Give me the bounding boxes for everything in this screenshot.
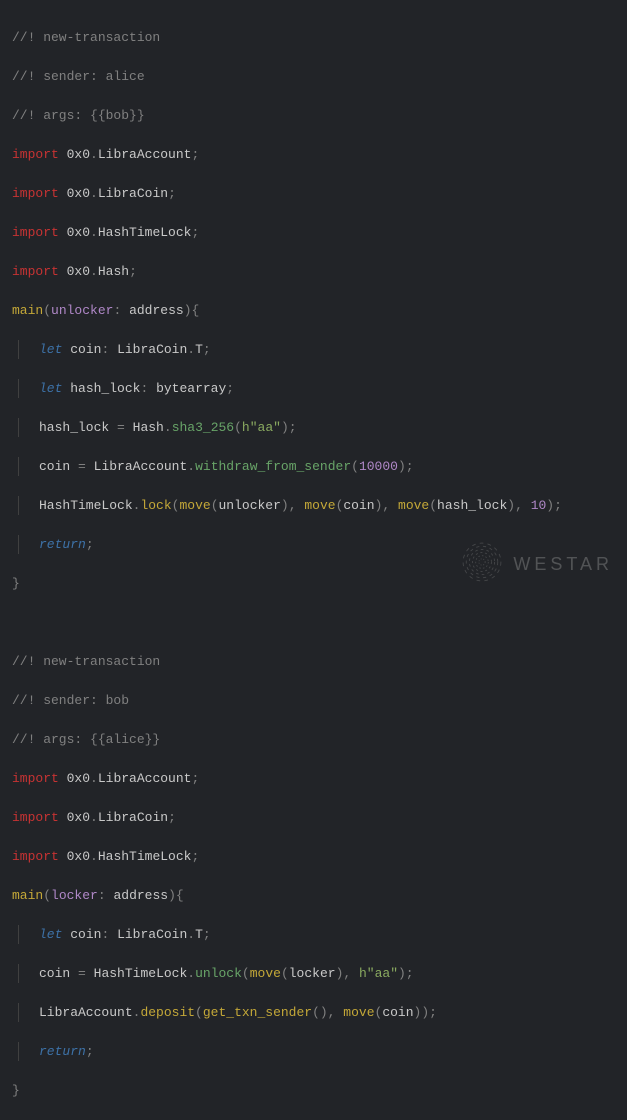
- comment-line: //! sender: alice: [12, 67, 615, 87]
- main-decl: main(locker: address){: [12, 886, 615, 906]
- comment-line: //! new-transaction: [12, 652, 615, 672]
- return-line: return;: [12, 1042, 615, 1062]
- comment-line: //! args: {{bob}}: [12, 106, 615, 126]
- import-line: import 0x0.LibraAccount;: [12, 769, 615, 789]
- let-line: let coin: LibraCoin.T;: [12, 925, 615, 945]
- main-decl: main(unlocker: address){: [12, 301, 615, 321]
- import-line: import 0x0.HashTimeLock;: [12, 223, 615, 243]
- call-line: LibraAccount.deposit(get_txn_sender(), m…: [12, 1003, 615, 1023]
- close-brace: }: [12, 1081, 615, 1101]
- import-line: import 0x0.Hash;: [12, 262, 615, 282]
- code-editor: //! new-transaction //! sender: alice //…: [12, 8, 615, 1120]
- import-line: import 0x0.HashTimeLock;: [12, 847, 615, 867]
- comment-line: //! sender: bob: [12, 691, 615, 711]
- comment-line: //! args: {{alice}}: [12, 730, 615, 750]
- assign-line: coin = HashTimeLock.unlock(move(locker),…: [12, 964, 615, 984]
- assign-line: hash_lock = Hash.sha3_256(h"aa");: [12, 418, 615, 438]
- import-line: import 0x0.LibraCoin;: [12, 184, 615, 204]
- return-line: return;: [12, 535, 615, 555]
- call-line: HashTimeLock.lock(move(unlocker), move(c…: [12, 496, 615, 516]
- let-line: let hash_lock: bytearray;: [12, 379, 615, 399]
- import-line: import 0x0.LibraCoin;: [12, 808, 615, 828]
- close-brace: }: [12, 574, 615, 594]
- let-line: let coin: LibraCoin.T;: [12, 340, 615, 360]
- import-line: import 0x0.LibraAccount;: [12, 145, 615, 165]
- assign-line: coin = LibraAccount.withdraw_from_sender…: [12, 457, 615, 477]
- comment-line: //! new-transaction: [12, 28, 615, 48]
